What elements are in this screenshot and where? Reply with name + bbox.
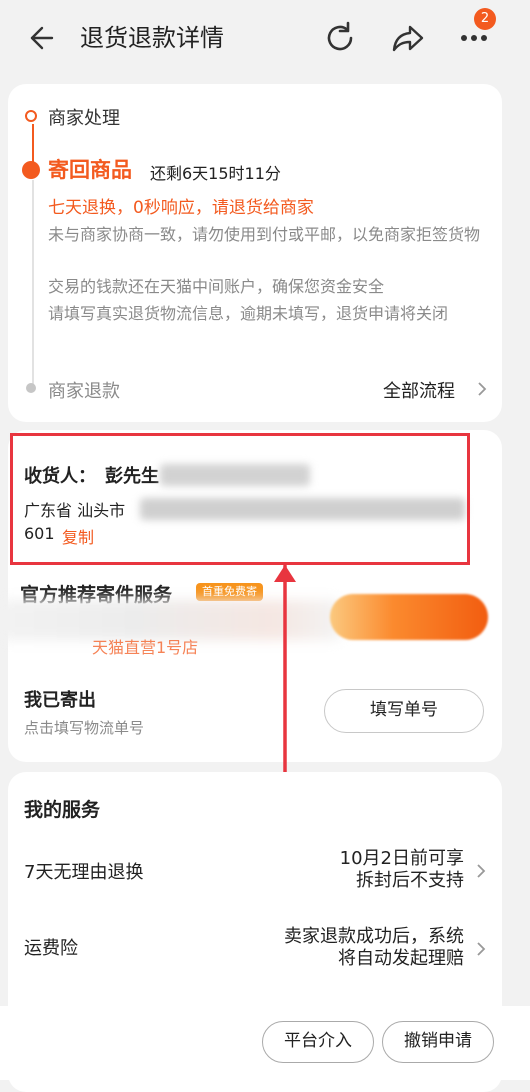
- service-value-line: 卖家退款成功后，系统: [284, 926, 464, 947]
- service-value-line: 拆封后不支持: [356, 870, 464, 891]
- service-label: 7天无理由退换: [24, 862, 144, 883]
- timeline-line-pending: [32, 180, 34, 384]
- store-name: 天猫直营1号店: [92, 638, 199, 657]
- service-value-line: 将自动发起理赔: [338, 948, 464, 969]
- chevron-right-icon: [477, 864, 486, 878]
- service-label: 运费险: [24, 938, 78, 959]
- back-arrow-icon[interactable]: [22, 22, 54, 54]
- timeline-dot-done: [25, 110, 37, 122]
- platform-intervene-button[interactable]: 平台介入: [262, 1021, 374, 1063]
- free-shipping-tag: 首重免费寄: [196, 583, 263, 601]
- promo-text: 七天退换，0秒响应，请退货给商家: [48, 198, 314, 218]
- services-title: 我的服务: [24, 799, 101, 821]
- service-value: 卖家退款成功后，系统 将自动发起理赔: [284, 926, 464, 970]
- notice-text: 未与商家协商一致，请勿使用到付或平邮，以免商家拒签货物: [48, 225, 481, 244]
- all-flow-label: 全部流程: [383, 381, 455, 402]
- timeline-dot-current: [22, 161, 40, 179]
- refund-progress-card: 商家处理 寄回商品 还剩6天15时11分 七天退换，0秒响应，请退货给商家 未与…: [8, 84, 502, 422]
- remaining-time: 还剩6天15时11分: [150, 164, 281, 183]
- step-merchant-process: 商家处理: [48, 108, 120, 129]
- fill-tracking-button[interactable]: 填写单号: [324, 689, 484, 733]
- timeline-line-done: [32, 124, 34, 162]
- service-value: 10月2日前可享 拆封后不支持: [340, 848, 464, 892]
- refresh-icon[interactable]: [322, 20, 358, 56]
- book-pickup-button[interactable]: [330, 594, 488, 640]
- notice-text: 请填写真实退货物流信息，逾期未填写，退货申请将关闭: [48, 304, 449, 323]
- share-icon[interactable]: [390, 20, 426, 56]
- chevron-right-icon: [477, 942, 486, 956]
- shipped-hint: 点击填写物流单号: [24, 719, 145, 737]
- address-highlight-frame: [10, 433, 470, 565]
- step-merchant-refund: 商家退款: [48, 381, 120, 402]
- cancel-request-button[interactable]: 撤销申请: [382, 1021, 494, 1063]
- top-bar: 退货退款详情 2: [0, 0, 530, 76]
- service-value-line: 10月2日前可享: [339, 848, 464, 869]
- notice-text: 交易的钱款还在天猫中间账户，确保您资金安全: [48, 277, 385, 296]
- timeline-dot-next: [26, 383, 36, 393]
- chevron-right-icon: [478, 382, 487, 396]
- page-title: 退货退款详情: [80, 24, 224, 52]
- notification-badge: 2: [474, 8, 496, 30]
- step-return-goods: 寄回商品: [48, 158, 132, 182]
- shipped-title: 我已寄出: [24, 690, 96, 711]
